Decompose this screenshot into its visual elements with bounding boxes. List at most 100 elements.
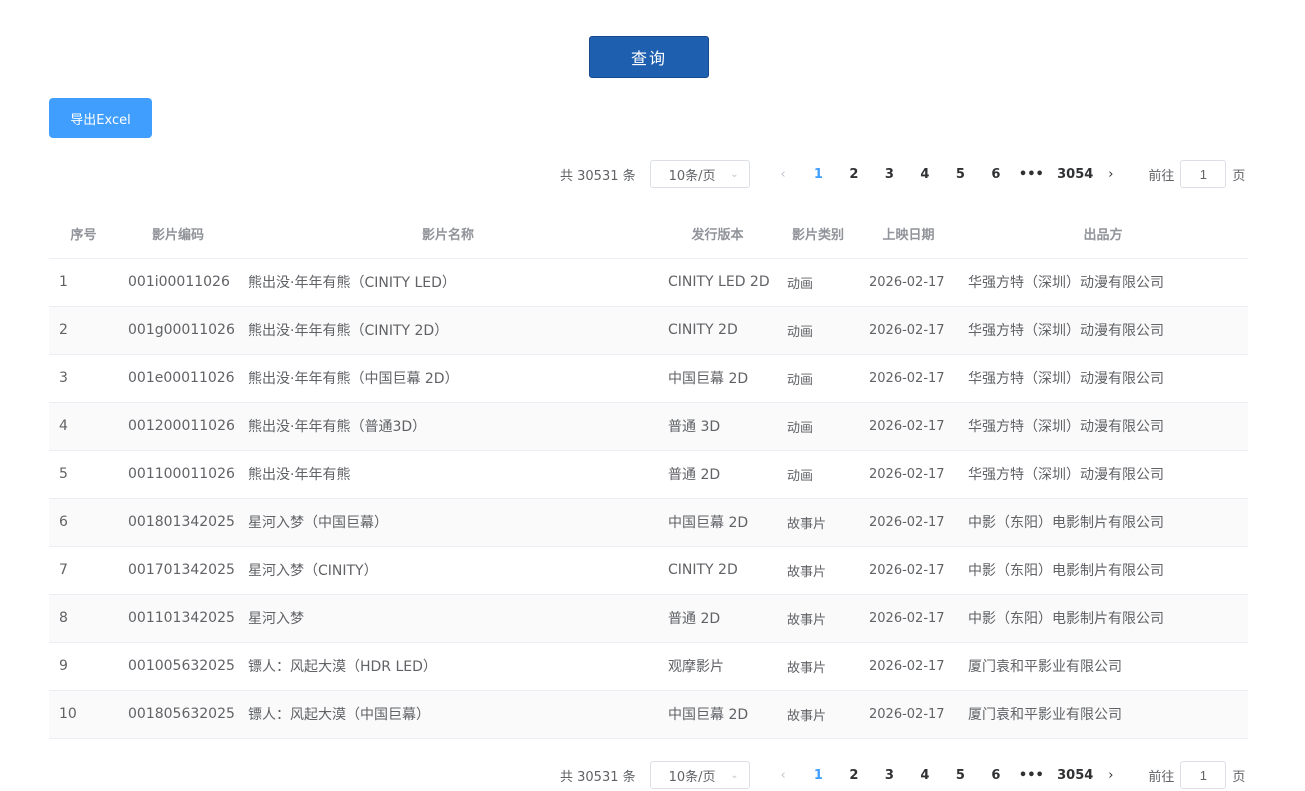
chevron-down-icon: ⌄: [730, 769, 739, 781]
page-5[interactable]: 5: [943, 167, 979, 182]
cell-category: 故事片: [777, 594, 859, 643]
next-page-icon[interactable]: ›: [1093, 167, 1128, 182]
cell-code: 001005632025: [118, 642, 238, 691]
cell-release-date: 2026-02-17: [859, 546, 958, 595]
table-row[interactable]: 1 001i00011026 熊出没·年年有熊（CINITY LED） CINITY …: [49, 258, 1248, 307]
cell-category: 故事片: [777, 546, 859, 595]
cell-producer: 中影（东阳）电影制片有限公司: [958, 546, 1248, 595]
page-1[interactable]: 1: [801, 768, 837, 783]
table-row[interactable]: 4 001200011026 熊出没·年年有熊（普通3D） 普通 3D 动画 2026-0…: [49, 402, 1248, 451]
pagination-bottom: 共 30531 条 10条/页 ⌄ ‹123456••• 3054 › 前往 页: [560, 760, 1245, 790]
page-last[interactable]: 3054: [1057, 768, 1093, 783]
more-pages-icon[interactable]: •••: [1014, 768, 1050, 783]
cell-index: 8: [49, 594, 118, 643]
table-row[interactable]: 5 001100011026 熊出没·年年有熊 普通 2D 动画 2026-02-17 华强…: [49, 450, 1248, 499]
page-size-select[interactable]: 10条/页 ⌄: [649, 160, 750, 188]
cell-code: 001805632025: [118, 690, 238, 739]
cell-version: 中国巨幕 2D: [658, 354, 777, 403]
cell-index: 2: [49, 306, 118, 355]
cell-code: 001200011026: [118, 402, 238, 451]
cell-version: 普通 2D: [658, 450, 777, 499]
cell-release-date: 2026-02-17: [859, 642, 958, 691]
page-5[interactable]: 5: [943, 768, 979, 783]
table-row[interactable]: 6 001801342025 星河入梦（中国巨幕） 中国巨幕 2D 故事片 2026-02…: [49, 498, 1248, 547]
cell-producer: 厦门袁和平影业有限公司: [958, 690, 1248, 739]
goto-page-input[interactable]: [1180, 160, 1227, 188]
page-1[interactable]: 1: [801, 167, 837, 182]
cell-release-date: 2026-02-17: [859, 306, 958, 355]
page-6[interactable]: 6: [978, 167, 1014, 182]
header-producer: 出品方: [958, 210, 1248, 259]
cell-release-date: 2026-02-17: [859, 690, 958, 739]
cell-version: 中国巨幕 2D: [658, 498, 777, 547]
page-size-value: 10条/页: [668, 769, 716, 785]
cell-version: 普通 2D: [658, 594, 777, 643]
header-release-date: 上映日期: [859, 210, 958, 259]
cell-version: 观摩影片: [658, 642, 777, 691]
cell-code: 001101342025: [118, 594, 238, 643]
table-row[interactable]: 3 001e00011026 熊出没·年年有熊（中国巨幕 2D） 中国巨幕 2D 动画 2…: [49, 354, 1248, 403]
cell-producer: 华强方特（深圳）动漫有限公司: [958, 354, 1248, 403]
cell-category: 故事片: [777, 498, 859, 547]
cell-code: 001e00011026: [118, 354, 238, 403]
cell-release-date: 2026-02-17: [859, 450, 958, 499]
table-row[interactable]: 7 001701342025 星河入梦（CINITY） CINITY 2D 故事片 202…: [49, 546, 1248, 595]
pagination-top: 共 30531 条 10条/页 ⌄ ‹123456••• 3054 › 前往 页: [560, 159, 1245, 189]
cell-title: 镖人：风起大漠（中国巨幕）: [238, 690, 658, 739]
prev-page-icon[interactable]: ‹: [766, 167, 801, 182]
cell-index: 4: [49, 402, 118, 451]
table-row[interactable]: 10 001805632025 镖人：风起大漠（中国巨幕） 中国巨幕 2D 故事片 202…: [49, 690, 1248, 739]
page-last[interactable]: 3054: [1057, 167, 1093, 182]
cell-code: 001i00011026: [118, 258, 238, 307]
cell-title: 熊出没·年年有熊（CINITY 2D）: [238, 306, 658, 355]
goto-page-input[interactable]: [1180, 761, 1227, 789]
query-button[interactable]: 查询: [589, 36, 709, 78]
cell-release-date: 2026-02-17: [859, 354, 958, 403]
cell-code: 001100011026: [118, 450, 238, 499]
cell-producer: 中影（东阳）电影制片有限公司: [958, 594, 1248, 643]
cell-category: 动画: [777, 450, 859, 499]
page-4[interactable]: 4: [907, 167, 943, 182]
cell-index: 10: [49, 690, 118, 739]
cell-release-date: 2026-02-17: [859, 594, 958, 643]
cell-version: 普通 3D: [658, 402, 777, 451]
cell-version: CINITY LED 2D: [658, 258, 777, 307]
page-size-select[interactable]: 10条/页 ⌄: [649, 761, 750, 789]
page-6[interactable]: 6: [978, 768, 1014, 783]
cell-title: 熊出没·年年有熊（普通3D）: [238, 402, 658, 451]
page-2[interactable]: 2: [836, 167, 872, 182]
cell-index: 9: [49, 642, 118, 691]
cell-title: 星河入梦: [238, 594, 658, 643]
total-count: 共 30531 条: [560, 769, 636, 785]
cell-category: 故事片: [777, 642, 859, 691]
table-row[interactable]: 2 001g00011026 熊出没·年年有熊（CINITY 2D） CINITY 2…: [49, 306, 1248, 355]
cell-index: 3: [49, 354, 118, 403]
goto-label: 前往: [1148, 168, 1175, 184]
page-2[interactable]: 2: [836, 768, 872, 783]
table-row[interactable]: 8 001101342025 星河入梦 普通 2D 故事片 2026-02-17 中影（东阳…: [49, 594, 1248, 643]
header-index: 序号: [49, 210, 118, 259]
cell-title: 熊出没·年年有熊: [238, 450, 658, 499]
cell-producer: 华强方特（深圳）动漫有限公司: [958, 402, 1248, 451]
more-pages-icon[interactable]: •••: [1014, 167, 1050, 182]
cell-category: 动画: [777, 306, 859, 355]
header-category: 影片类别: [777, 210, 859, 259]
chevron-down-icon: ⌄: [730, 168, 739, 180]
table-row[interactable]: 9 001005632025 镖人：风起大漠（HDR LED） 观摩影片 故事片 2026…: [49, 642, 1248, 691]
page-4[interactable]: 4: [907, 768, 943, 783]
cell-category: 动画: [777, 354, 859, 403]
cell-producer: 华强方特（深圳）动漫有限公司: [958, 306, 1248, 355]
cell-version: CINITY 2D: [658, 546, 777, 595]
page-suffix: 页: [1232, 769, 1246, 785]
cell-title: 星河入梦（CINITY）: [238, 546, 658, 595]
cell-code: 001801342025: [118, 498, 238, 547]
next-page-icon[interactable]: ›: [1093, 768, 1128, 783]
table-header: 序号 影片编码 影片名称 发行版本 影片类别 上映日期 出品方: [49, 210, 1248, 259]
cell-version: CINITY 2D: [658, 306, 777, 355]
page-size-value: 10条/页: [668, 168, 716, 184]
page-3[interactable]: 3: [872, 167, 908, 182]
page-3[interactable]: 3: [872, 768, 908, 783]
cell-index: 7: [49, 546, 118, 595]
export-excel-button[interactable]: 导出Excel: [49, 98, 152, 138]
prev-page-icon[interactable]: ‹: [766, 768, 801, 783]
